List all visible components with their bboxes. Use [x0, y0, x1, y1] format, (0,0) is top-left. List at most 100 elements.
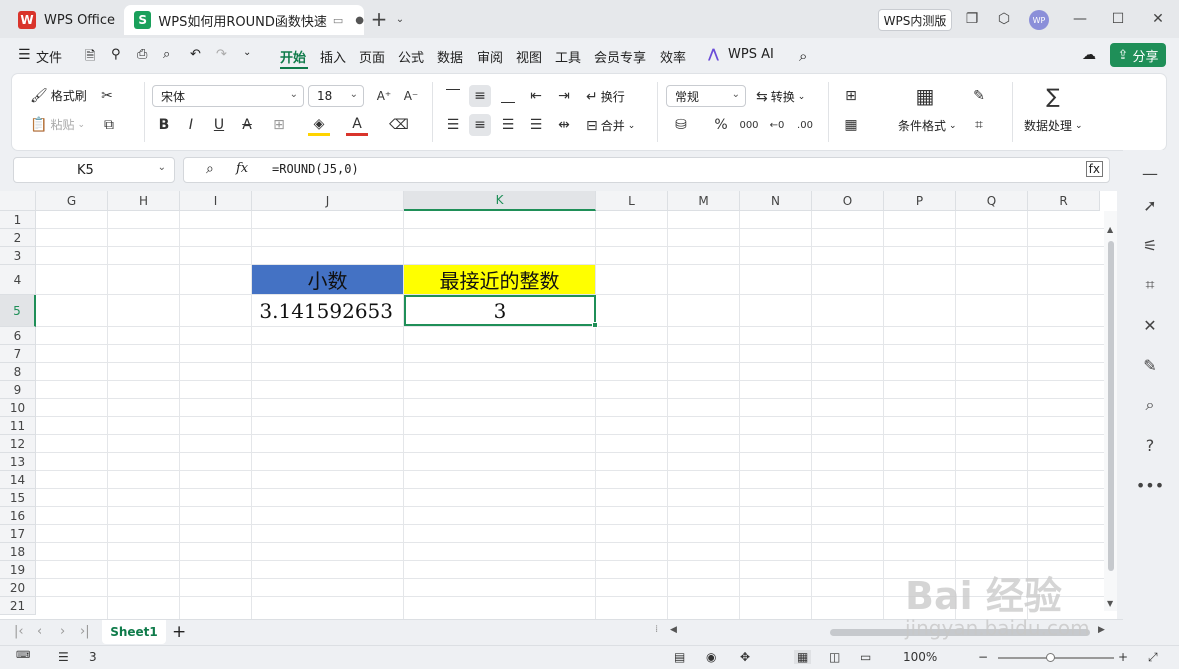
conditional-format-icon[interactable]: ▦ — [914, 84, 936, 108]
col-header-p[interactable]: P — [884, 191, 956, 211]
zoom-formula-icon[interactable]: ⌕ — [206, 161, 214, 177]
row-col-icon[interactable]: ⊞ — [840, 85, 862, 107]
col-header-r[interactable]: R — [1028, 191, 1100, 211]
row-header-15[interactable]: 15 — [0, 489, 36, 507]
cell-j5[interactable]: 3.141592653 — [252, 295, 403, 326]
cell-border-icon[interactable]: ⌗ — [968, 114, 990, 136]
tab-document[interactable]: S WPS如何用ROUND函数快速 ▭ ● — [124, 5, 364, 35]
cell-j4[interactable]: 小数 — [252, 265, 403, 294]
sigma-icon[interactable]: ∑ — [1042, 84, 1064, 108]
align-bottom-icon[interactable]: ⎽ — [497, 85, 519, 107]
first-sheet-icon[interactable]: |‹ — [14, 624, 24, 639]
cell-k4[interactable]: 最接近的整数 — [404, 265, 595, 294]
row-header-4[interactable]: 4 — [0, 265, 36, 295]
distribute-icon[interactable]: ⇹ — [553, 114, 575, 136]
fx-icon[interactable]: fx — [236, 161, 248, 176]
page-layout-icon[interactable]: ◫ — [829, 650, 840, 664]
align-center-icon[interactable]: ≡ — [469, 114, 491, 136]
normal-view-icon[interactable]: ▦ — [794, 650, 812, 664]
eye-icon[interactable]: ◉ — [706, 650, 716, 664]
menu-insert[interactable]: 插入 — [320, 47, 346, 66]
cell-style-icon[interactable]: ✎ — [968, 85, 990, 107]
font-size-select[interactable]: 18 ⌄ — [308, 85, 364, 107]
new-tab-icon[interactable]: + — [369, 7, 389, 31]
merge-button[interactable]: ⊟ 合并 ⌄ — [586, 117, 635, 134]
row-header-20[interactable]: 20 — [0, 579, 36, 597]
cube-icon[interactable]: ⬡ — [994, 9, 1014, 29]
add-sheet-icon[interactable]: + — [172, 622, 186, 642]
tab-list-chevron-icon[interactable]: ⌄ — [390, 9, 410, 29]
scroll-up-icon[interactable]: ▲ — [1107, 225, 1113, 234]
col-header-h[interactable]: H — [108, 191, 180, 211]
collapse-sidebar-icon[interactable]: — — [1137, 160, 1163, 186]
redo-icon[interactable]: ↷ — [216, 47, 227, 62]
decrease-decimal-icon[interactable]: .00 — [794, 114, 816, 136]
beta-badge[interactable]: WPS内测版 — [878, 9, 952, 31]
format-painter-button[interactable]: 🖌 格式刷 — [30, 87, 87, 104]
window-layout-icon[interactable]: ❐ — [962, 9, 982, 29]
doc-search-icon[interactable]: ⌕ — [1137, 392, 1163, 418]
row-header-13[interactable]: 13 — [0, 453, 36, 471]
fullscreen-icon[interactable]: ⤢ — [1148, 650, 1158, 665]
border-icon[interactable]: ⊞ — [268, 114, 290, 136]
last-sheet-icon[interactable]: ›| — [80, 624, 90, 639]
table-view-icon[interactable]: ▤ — [674, 650, 685, 664]
name-box[interactable]: K5 ⌄ — [13, 157, 175, 183]
sheet-tab-sheet1[interactable]: Sheet1 — [102, 620, 166, 644]
conditional-format-button[interactable]: 条件格式 ⌄ — [898, 117, 957, 134]
col-header-q[interactable]: Q — [956, 191, 1028, 211]
menu-tools[interactable]: 工具 — [555, 47, 581, 66]
cross-icon[interactable]: ✥ — [740, 650, 750, 664]
italic-icon[interactable]: I — [180, 114, 202, 136]
menu-review[interactable]: 审阅 — [477, 47, 503, 66]
macro-icon[interactable]: ⌨ — [16, 650, 30, 661]
formula-bar[interactable]: ⌕ fx =ROUND(J5,0) fx — [183, 157, 1110, 183]
zoom-level[interactable]: 100% — [903, 650, 937, 664]
menu-formula[interactable]: 公式 — [398, 47, 424, 66]
align-right-icon[interactable]: ☰ — [497, 114, 519, 136]
menu-efficiency[interactable]: 效率 — [660, 47, 686, 66]
row-header-1[interactable]: 1 — [0, 211, 36, 229]
print-icon[interactable]: ⎙ — [137, 47, 147, 62]
number-format-select[interactable]: 常规 ⌄ — [666, 85, 746, 107]
font-name-select[interactable]: 宋体 ⌄ — [152, 85, 304, 107]
data-process-button[interactable]: 数据处理 ⌄ — [1024, 117, 1083, 134]
row-header-9[interactable]: 9 — [0, 381, 36, 399]
increase-indent-icon[interactable]: ⇥ — [553, 85, 575, 107]
menu-view[interactable]: 视图 — [516, 47, 542, 66]
formula-text[interactable]: =ROUND(J5,0) — [272, 162, 359, 176]
scroll-right-icon[interactable]: ▶ — [1098, 625, 1105, 635]
expand-formula-icon[interactable]: fx — [1085, 161, 1103, 177]
increase-decimal-icon[interactable]: ←0 — [766, 114, 788, 136]
percent-icon[interactable]: % — [710, 114, 732, 136]
col-header-g[interactable]: G — [36, 191, 108, 211]
share-button[interactable]: ⇪ 分享 — [1110, 43, 1166, 67]
row-header-3[interactable]: 3 — [0, 247, 36, 265]
row-header-16[interactable]: 16 — [0, 507, 36, 525]
scroll-down-icon[interactable]: ▼ — [1107, 599, 1113, 608]
zoom-out-icon[interactable]: − — [978, 650, 988, 664]
col-header-i[interactable]: I — [180, 191, 252, 211]
row-header-21[interactable]: 21 — [0, 597, 36, 615]
cell-k5-selected[interactable]: 3 — [404, 295, 596, 326]
row-header-2[interactable]: 2 — [0, 229, 36, 247]
minimize-icon[interactable]: — — [1070, 9, 1090, 29]
align-top-icon[interactable]: ⎺ — [442, 85, 464, 107]
maximize-icon[interactable]: ☐ — [1108, 9, 1128, 29]
cloud-upload-icon[interactable]: ☁ — [1082, 47, 1096, 63]
row-header-6[interactable]: 6 — [0, 327, 36, 345]
col-header-l[interactable]: L — [596, 191, 668, 211]
page-break-icon[interactable]: ▭ — [860, 650, 871, 664]
row-header-14[interactable]: 14 — [0, 471, 36, 489]
fill-color-icon[interactable]: ◈ — [308, 114, 330, 136]
spreadsheet-grid[interactable]: G H I J K L M N O P Q R 1 2 3 4 5 6 7 8 … — [0, 191, 1117, 619]
align-left-icon[interactable]: ☰ — [442, 114, 464, 136]
more-icon[interactable]: ••• — [1136, 472, 1164, 498]
vertical-scrollbar[interactable]: ▲ ▼ — [1104, 211, 1117, 611]
justify-icon[interactable]: ☰ — [525, 114, 547, 136]
row-header-12[interactable]: 12 — [0, 435, 36, 453]
more-chevron-icon[interactable]: ⌄ — [243, 47, 251, 58]
row-header-5[interactable]: 5 — [0, 295, 36, 327]
print-preview-icon[interactable]: ⌕ — [163, 47, 170, 62]
zoom-in-icon[interactable]: + — [1118, 650, 1128, 664]
